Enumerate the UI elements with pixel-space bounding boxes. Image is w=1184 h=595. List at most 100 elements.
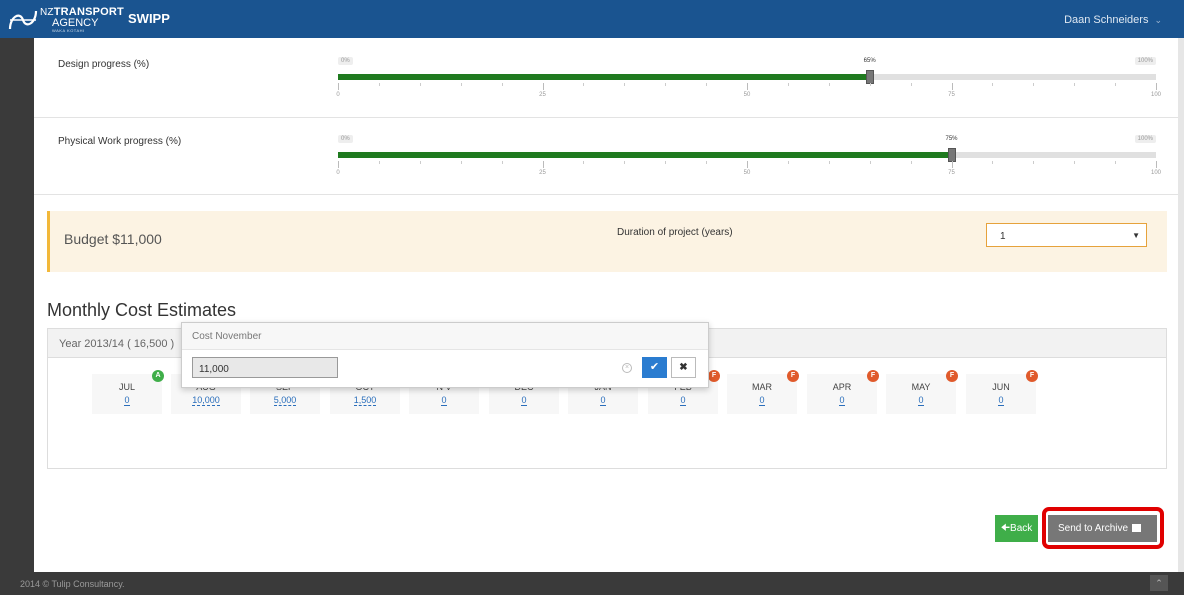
status-badge-forecast: F <box>787 370 799 382</box>
logo-line3: WAKA KOTAHI <box>52 28 85 33</box>
budget-panel: Budget $11,000 Duration of project (year… <box>47 211 1167 272</box>
slider-tick <box>1074 161 1076 164</box>
month-value[interactable]: 0 <box>966 395 1036 406</box>
month-value-link[interactable]: 0 <box>521 395 527 406</box>
month-value[interactable]: 0 <box>489 395 559 406</box>
slider-tick <box>869 83 871 86</box>
status-badge-forecast: F <box>867 370 879 382</box>
slider-tick <box>706 83 708 86</box>
slider-tick <box>419 161 421 164</box>
month-value-link[interactable]: 0 <box>839 395 845 406</box>
clear-icon[interactable]: × <box>622 363 632 373</box>
slider-min-label: 0% <box>338 57 353 65</box>
slider-tick-label: 0 <box>336 170 340 176</box>
month-value[interactable]: 0 <box>886 395 956 406</box>
month-value[interactable]: 1,500 <box>330 395 400 406</box>
chevron-down-icon: ⌄ <box>1154 15 1162 25</box>
slider-tick <box>1156 83 1157 90</box>
slider-tick-label: 0 <box>336 92 340 98</box>
month-value[interactable]: 0 <box>92 395 162 406</box>
month-value-link[interactable]: 0 <box>124 395 130 406</box>
user-menu[interactable]: Daan Schneiders ⌄ <box>1064 14 1162 26</box>
slider-tick <box>869 161 871 164</box>
back-button[interactable]: 🠈Back <box>995 515 1038 542</box>
app-title[interactable]: SWIPP <box>128 11 170 26</box>
slider-tick <box>624 83 626 86</box>
slider-handle[interactable] <box>865 70 874 84</box>
month-value[interactable]: 0 <box>568 395 638 406</box>
month-value-link[interactable]: 10,000 <box>192 395 220 406</box>
month-value-link[interactable]: 1,500 <box>353 395 377 406</box>
month-value-link[interactable]: 0 <box>441 395 447 406</box>
slider-tick <box>460 83 462 86</box>
month-value[interactable]: 0 <box>807 395 877 406</box>
slider-tick <box>828 161 830 164</box>
slider-tick-label: 75 <box>948 92 955 98</box>
month-card: MAR 0 F <box>727 370 799 414</box>
monthly-cost-title: Monthly Cost Estimates <box>47 300 237 320</box>
cancel-button[interactable]: ✖ <box>671 357 696 378</box>
footer-copyright: 2014 © Tulip Consultancy. <box>20 579 125 589</box>
slider-tick <box>910 161 912 164</box>
slider-fill <box>338 152 952 158</box>
month-value[interactable]: 0 <box>648 395 718 406</box>
caret-down-icon: ▼ <box>1132 231 1140 240</box>
slider-tick-label: 100 <box>1150 170 1162 176</box>
cost-input[interactable] <box>192 357 338 378</box>
confirm-button[interactable]: ✔ <box>642 357 667 378</box>
slider-track[interactable] <box>338 70 1156 84</box>
slider-max-label: 100% <box>1134 57 1156 65</box>
slider-tick <box>583 161 585 164</box>
top-navbar: NZTRANSPORT AGENCY WAKA KOTAHI SWIPP Daa… <box>0 0 1184 38</box>
year-label: Year 2013/14 ( 16,500 ) <box>59 338 175 350</box>
archive-button-label: Send to Archive <box>1058 523 1129 534</box>
slider-track[interactable] <box>338 148 1156 162</box>
slider-tick <box>665 161 667 164</box>
page-scrollbar[interactable] <box>1178 38 1184 572</box>
duration-select[interactable]: 1 ▼ <box>986 223 1147 247</box>
design-progress-row: Design progress (%) 0% 100% 65% 0 25 50 75 1… <box>34 38 1178 118</box>
month-value-link[interactable]: 0 <box>759 395 765 406</box>
month-card: JUL 0 A <box>92 370 164 414</box>
month-value-link[interactable]: 5,000 <box>273 395 297 406</box>
check-icon: ✔ <box>649 361 660 373</box>
nzta-logo-icon <box>8 10 38 30</box>
month-value[interactable]: 10,000 <box>171 395 241 406</box>
slider-tick-label: 50 <box>743 170 751 176</box>
design-progress-label: Design progress (%) <box>58 59 150 70</box>
user-name: Daan Schneiders <box>1064 14 1149 26</box>
duration-label: Duration of project (years) <box>617 227 733 238</box>
slider-tick <box>542 83 544 90</box>
month-value-link[interactable]: 0 <box>600 395 606 406</box>
month-card: MAY 0 F <box>886 370 958 414</box>
month-name: JUN <box>992 382 1010 392</box>
send-to-archive-button[interactable]: Send to Archive <box>1048 515 1157 542</box>
slider-tick <box>828 83 830 86</box>
slider-tick <box>583 83 585 86</box>
slider-tick <box>501 83 503 86</box>
month-name: JUL <box>118 382 135 392</box>
physical-work-progress-row: Physical Work progress (%) 0% 100% 75% 0… <box>34 118 1178 195</box>
month-value[interactable]: 0 <box>409 395 479 406</box>
slider-tick-label: 25 <box>539 92 546 98</box>
nzta-logo[interactable]: NZTRANSPORT AGENCY WAKA KOTAHI <box>8 6 124 34</box>
month-value-link[interactable]: 0 <box>918 395 924 406</box>
slider-tick <box>338 161 339 168</box>
month-card: JUN 0 F <box>966 370 1038 414</box>
slider-handle[interactable] <box>947 148 956 162</box>
slider-tick <box>747 83 748 90</box>
month-value[interactable]: 0 <box>727 395 797 406</box>
status-badge-forecast: F <box>946 370 958 382</box>
status-badge-approved: A <box>152 370 164 382</box>
slider-tick <box>1033 161 1035 164</box>
month-value-link[interactable]: 0 <box>998 395 1004 406</box>
scroll-top-button[interactable]: ⌃ <box>1150 575 1168 591</box>
slider-ticks: 0 25 50 75 100 <box>336 83 1161 99</box>
month-value[interactable]: 5,000 <box>250 395 320 406</box>
slider-tick <box>542 161 544 168</box>
slider-tick <box>951 161 953 168</box>
month-name: MAR <box>752 382 772 392</box>
month-name: MAY <box>911 382 931 392</box>
month-value-link[interactable]: 0 <box>680 395 686 406</box>
slider-tick <box>992 83 994 86</box>
